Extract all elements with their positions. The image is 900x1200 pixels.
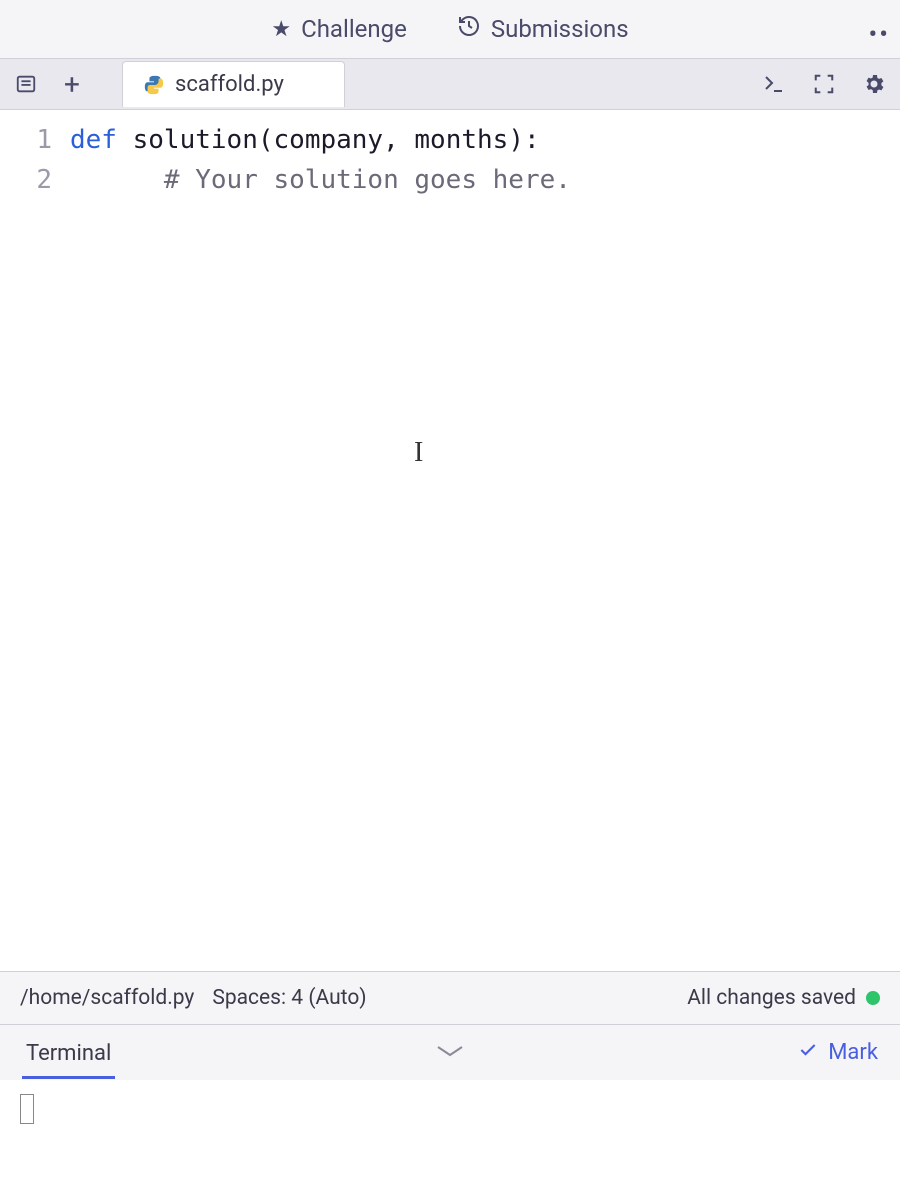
terminal-icon[interactable] [760,70,788,98]
terminal-cursor [20,1094,34,1124]
line-number: 2 [0,160,70,200]
terminal-tab[interactable]: Terminal [22,1027,115,1079]
saved-indicator-icon [866,991,880,1005]
fullscreen-icon[interactable] [810,70,838,98]
tab-challenge-label: Challenge [301,15,407,43]
status-bar: /home/scaffold.py Spaces: 4 (Auto) All c… [0,971,900,1024]
file-list-icon[interactable] [12,70,40,98]
tab-submissions-label: Submissions [491,15,629,43]
mark-label: Mark [828,1040,878,1065]
code-editor[interactable]: 1 def solution(company, months): 2 # You… [0,110,900,971]
terminal-bar: Terminal Mark [0,1024,900,1080]
code-line: 2 # Your solution goes here. [0,160,900,200]
more-icon[interactable]: •• [868,20,890,50]
python-icon [143,74,165,96]
indentation-setting[interactable]: Spaces: 4 (Auto) [212,986,366,1010]
star-icon: ★ [271,17,291,42]
top-tabs: ★ Challenge Submissions •• [0,0,900,58]
mark-button[interactable]: Mark [798,1040,878,1066]
line-number: 1 [0,120,70,160]
chevron-down-icon[interactable] [436,1040,464,1065]
file-tab[interactable]: scaffold.py [122,61,345,107]
terminal[interactable] [0,1080,900,1200]
tab-challenge[interactable]: ★ Challenge [271,15,406,43]
history-icon [457,14,481,44]
check-icon [798,1040,818,1066]
tab-submissions[interactable]: Submissions [457,14,629,44]
file-path[interactable]: /home/scaffold.py [20,986,194,1010]
code-line: 1 def solution(company, months): [0,120,900,160]
file-bar: + scaffold.py [0,58,900,110]
file-name: scaffold.py [175,72,284,97]
save-status: All changes saved [687,986,856,1010]
settings-icon[interactable] [860,70,888,98]
text-cursor-icon: I [414,437,423,469]
add-file-button[interactable]: + [58,70,86,98]
